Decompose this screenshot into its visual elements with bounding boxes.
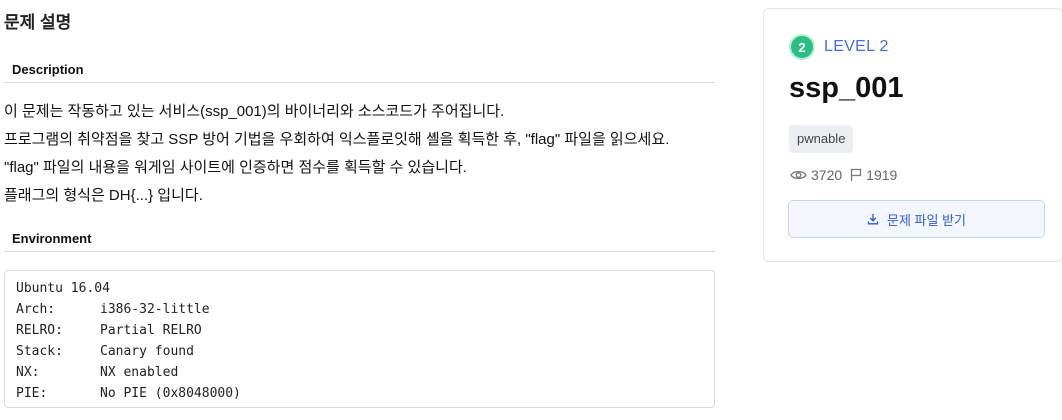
- download-files-button[interactable]: 문제 파일 받기: [788, 200, 1045, 238]
- env-key: Stack:: [16, 344, 63, 359]
- env-value: Canary found: [100, 344, 194, 359]
- description-section-header: Description: [4, 57, 715, 83]
- env-value: NX enabled: [100, 365, 179, 380]
- env-value: i386-32-little: [100, 302, 210, 317]
- views-stat: 3720: [790, 167, 842, 183]
- environment-section-header: Environment: [4, 226, 715, 252]
- env-row: Arch: i386-32-little: [16, 299, 703, 320]
- download-icon: [867, 214, 879, 225]
- env-row: RELRO: Partial RELRO: [16, 320, 703, 341]
- environment-label: Environment: [12, 231, 92, 246]
- env-row: Stack: Canary found: [16, 341, 703, 362]
- description-line: 프로그램의 취약점을 찾고 SSP 방어 기법을 우회하여 익스플로잇해 셸을 …: [4, 131, 670, 148]
- env-key: RELRO:: [16, 323, 63, 338]
- challenge-card: 2 LEVEL 2 ssp_001 pwnable 3720 1919 문제 파…: [763, 8, 1062, 262]
- solves-count: 1919: [866, 167, 898, 183]
- level-badge: 2: [789, 34, 815, 60]
- page-title: 문제 설명: [4, 13, 72, 32]
- env-value: No PIE (0x8048000): [100, 386, 241, 401]
- env-key: Ubuntu 16.04: [16, 281, 110, 296]
- env-value: Partial RELRO: [100, 323, 202, 338]
- flag-icon: [851, 168, 862, 181]
- description-line: "flag" 파일의 내용을 워게임 사이트에 인증하면 점수를 획득할 수 있…: [4, 159, 467, 176]
- level-label: LEVEL 2: [824, 38, 889, 55]
- env-key: NX:: [16, 365, 40, 380]
- description-label: Description: [12, 62, 84, 77]
- env-row: NX: NX enabled: [16, 362, 703, 383]
- env-row: PIE: No PIE (0x8048000): [16, 383, 703, 404]
- env-key: Arch:: [16, 302, 56, 317]
- environment-code-block: Ubuntu 16.04 Arch: i386-32-little RELRO: P…: [4, 270, 715, 408]
- description-text: 이 문제는 작동하고 있는 서비스(ssp_001)의 바이너리와 소스코드가 …: [4, 98, 715, 210]
- env-key: PIE:: [16, 386, 48, 401]
- description-line: 이 문제는 작동하고 있는 서비스(ssp_001)의 바이너리와 소스코드가 …: [4, 103, 505, 120]
- solves-stat: 1919: [850, 167, 897, 183]
- download-button-label: 문제 파일 받기: [887, 212, 966, 228]
- level-indicator: 2 LEVEL 2: [789, 34, 889, 60]
- challenge-title: ssp_001: [789, 72, 904, 104]
- env-row: Ubuntu 16.04: [16, 278, 703, 299]
- challenge-stats: 3720 1919: [790, 167, 905, 183]
- views-count: 3720: [811, 167, 843, 183]
- eye-icon: [790, 170, 807, 180]
- description-line: 플래그의 형식은 DH{...} 입니다.: [4, 187, 203, 204]
- category-tag[interactable]: pwnable: [789, 125, 854, 153]
